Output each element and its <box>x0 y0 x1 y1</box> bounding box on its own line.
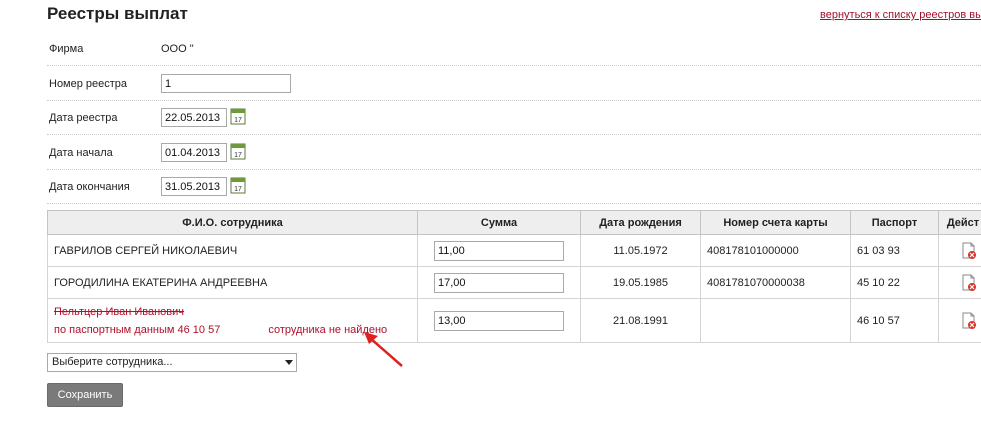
calendar-icon[interactable]: 17 <box>230 107 246 125</box>
col-header-birth: Дата рождения <box>580 210 701 235</box>
calendar-day: 17 <box>234 117 242 124</box>
card-number: 4081781070000038 <box>700 266 851 299</box>
firm-label: Фирма <box>49 43 84 55</box>
calendar-icon[interactable]: 17 <box>230 176 246 194</box>
calendar-day: 17 <box>234 152 242 159</box>
end-date-input[interactable] <box>161 177 227 196</box>
table-row: Пельтцер Иван Иванович по паспортным дан… <box>47 298 981 343</box>
end-date-label: Дата окончания <box>49 181 130 193</box>
sum-input[interactable] <box>434 310 564 331</box>
calendar-day: 17 <box>234 186 242 193</box>
col-header-card: Номер счета карты <box>700 210 851 235</box>
registry-number-input[interactable] <box>161 74 291 93</box>
annotation-arrow-icon <box>364 332 403 367</box>
table-header-row: Ф.И.О. сотрудника Сумма Дата рождения Но… <box>47 210 981 235</box>
employee-error-message: по паспортным данным 46 10 57 сотрудника … <box>54 324 411 336</box>
delete-document-icon[interactable] <box>961 242 977 260</box>
passport: 46 10 57 <box>850 298 939 343</box>
delete-document-icon[interactable] <box>961 312 977 330</box>
save-button[interactable]: Сохранить <box>47 383 123 407</box>
col-header-actions: Дейст <box>938 210 981 235</box>
start-date-row: Дата начала 17 <box>47 136 981 170</box>
card-number: 408178101000000 <box>700 234 851 267</box>
col-header-name: Ф.И.О. сотрудника <box>47 210 418 235</box>
back-to-registries-link[interactable]: вернуться к списку реестров вы <box>820 9 981 21</box>
registry-date-input[interactable] <box>161 108 227 127</box>
sum-input[interactable] <box>434 240 564 261</box>
registry-date-row: Дата реестра 17 <box>47 101 981 135</box>
sum-input[interactable] <box>434 272 564 293</box>
registry-date-label: Дата реестра <box>49 112 118 124</box>
error-prefix: по паспортным данным 46 10 57 <box>54 323 221 336</box>
employee-select-value: Выберите сотрудника... <box>52 356 173 368</box>
start-date-input[interactable] <box>161 143 227 162</box>
employee-name: ГОРОДИЛИНА ЕКАТЕРИНА АНДРЕЕВНА <box>47 266 418 299</box>
delete-document-icon[interactable] <box>961 274 977 292</box>
passport: 61 03 93 <box>850 234 939 267</box>
calendar-icon[interactable]: 17 <box>230 142 246 160</box>
birth-date: 11.05.1972 <box>580 234 701 267</box>
page-title: Реестры выплат <box>47 4 188 23</box>
col-header-sum: Сумма <box>417 210 581 235</box>
number-row: Номер реестра <box>47 67 981 101</box>
employee-name: ГАВРИЛОВ СЕРГЕЙ НИКОЛАЕВИЧ <box>47 234 418 267</box>
employee-select[interactable]: Выберите сотрудника... <box>47 353 297 372</box>
birth-date: 21.08.1991 <box>580 298 701 343</box>
firm-row: Фирма ООО " <box>47 32 981 66</box>
card-number <box>700 298 851 343</box>
table-row: ГОРОДИЛИНА ЕКАТЕРИНА АНДРЕЕВНА 19.05.198… <box>47 266 981 299</box>
passport: 45 10 22 <box>850 266 939 299</box>
number-label: Номер реестра <box>49 78 128 90</box>
firm-value: ООО " <box>161 43 194 55</box>
start-date-label: Дата начала <box>49 147 113 159</box>
chevron-down-icon <box>285 360 293 365</box>
birth-date: 19.05.1985 <box>580 266 701 299</box>
employees-table: Ф.И.О. сотрудника Сумма Дата рождения Но… <box>47 210 981 343</box>
employee-name-not-found: Пельтцер Иван Иванович <box>54 305 184 318</box>
end-date-row: Дата окончания 17 <box>47 170 981 204</box>
table-row: ГАВРИЛОВ СЕРГЕЙ НИКОЛАЕВИЧ 11.05.1972 40… <box>47 234 981 267</box>
col-header-passport: Паспорт <box>850 210 939 235</box>
